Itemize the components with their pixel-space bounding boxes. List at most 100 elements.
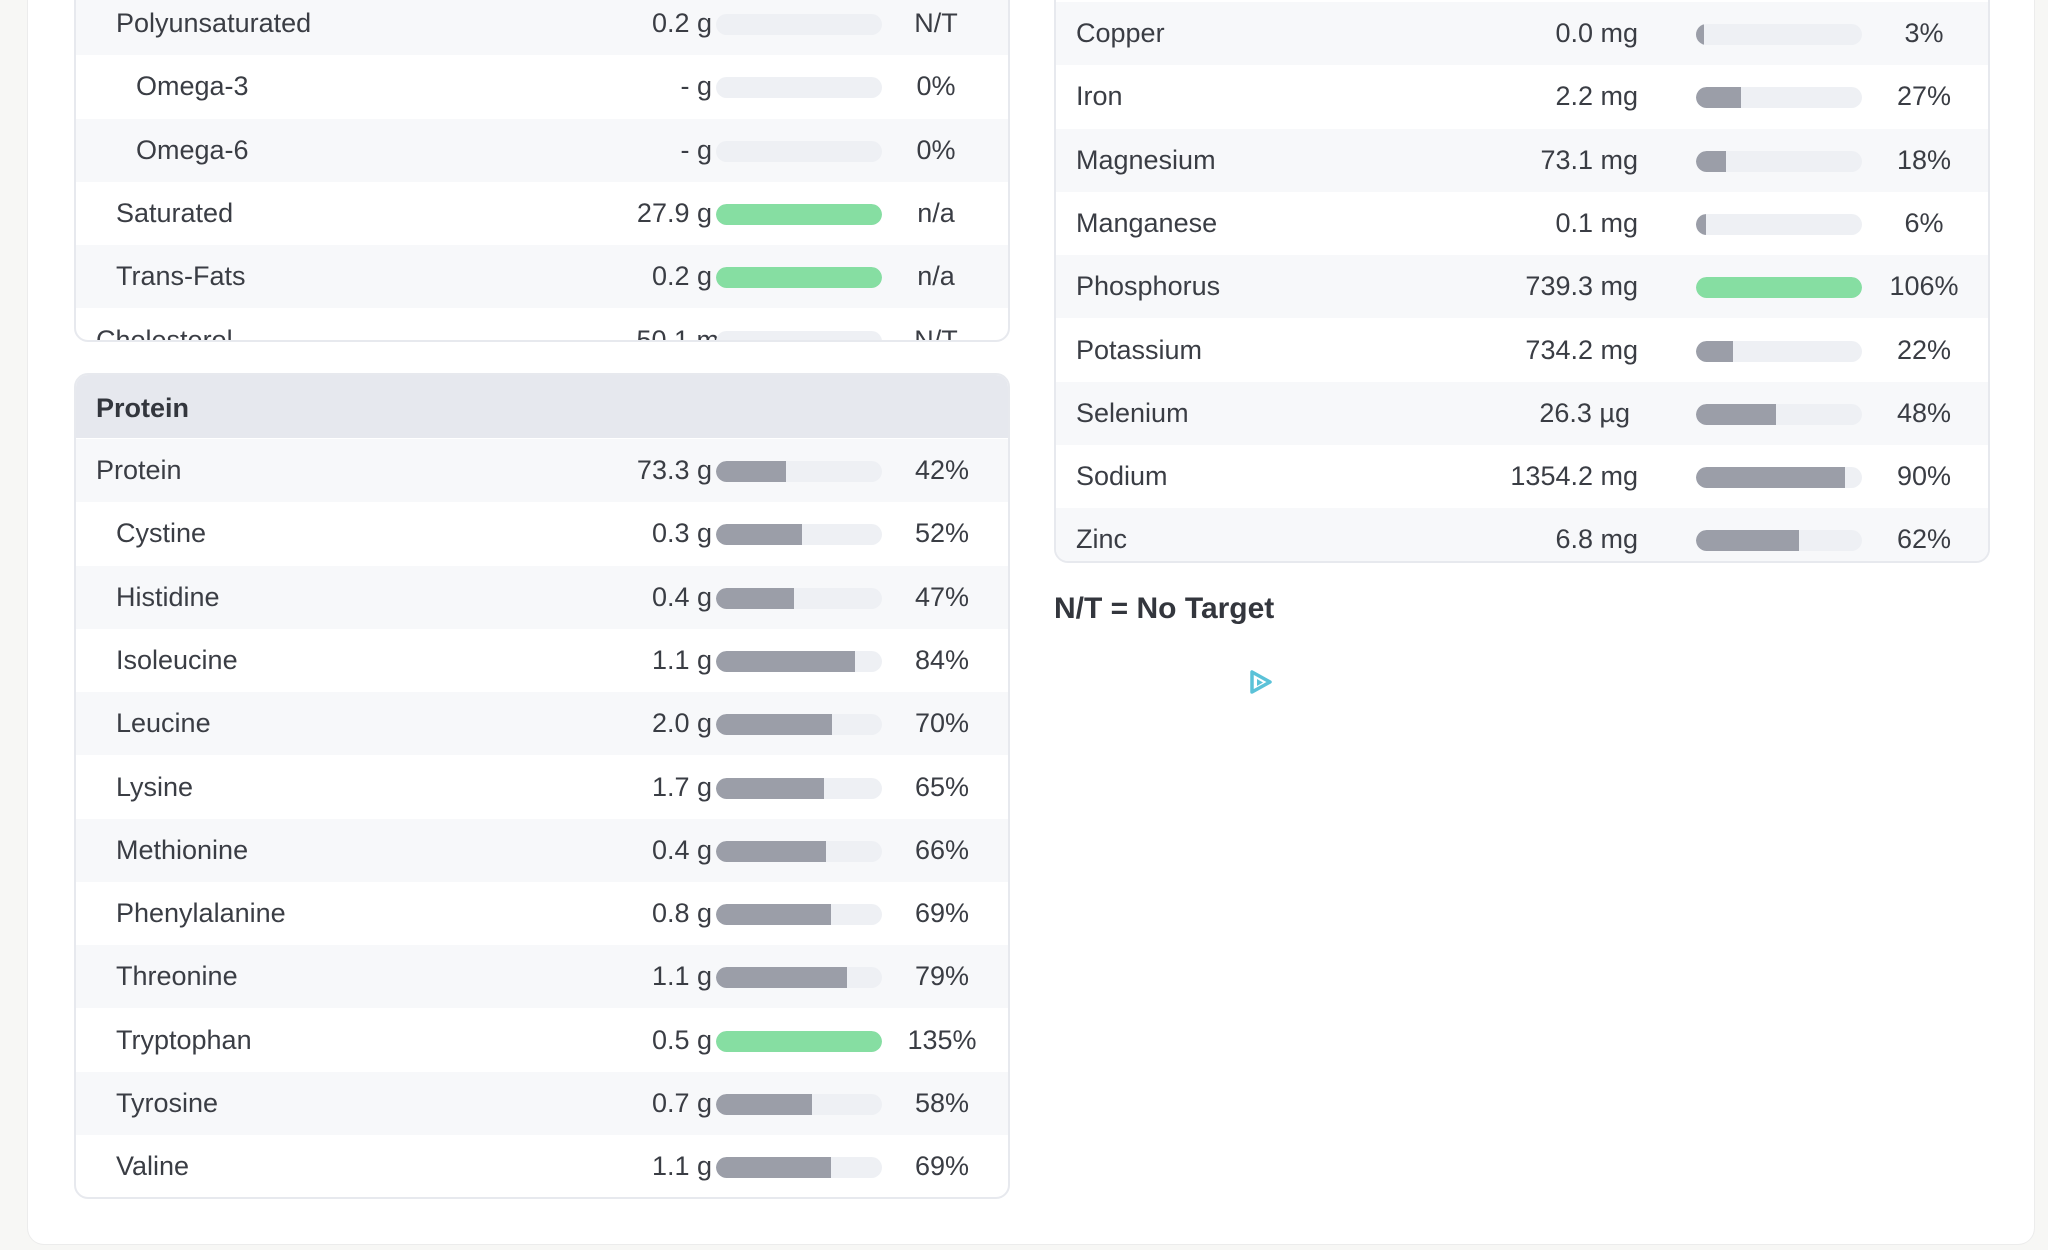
nutrient-amount: 1.1 g — [651, 1151, 712, 1182]
nutrient-name: Saturated — [116, 197, 234, 228]
nutrient-amount: 0.7 g — [651, 1088, 712, 1118]
daily-value-percent: 47% — [914, 581, 970, 612]
nutrient-name: Copper — [1076, 18, 1165, 48]
nutrient-name: Tyrosine — [116, 1088, 219, 1118]
daily-value-percent: N/T — [914, 8, 958, 38]
progress-fill — [716, 587, 795, 609]
nutrient-amount: - g — [680, 71, 712, 102]
fats-row-saturated: Saturated 27.9 g n/a — [76, 182, 1008, 245]
nutrient-name: Leucine — [116, 708, 211, 739]
nutrient-name: Isoleucine — [116, 644, 238, 675]
daily-value-percent: 3% — [1904, 18, 1944, 48]
nutrient-name: Potassium — [1076, 334, 1203, 365]
progress-fill — [1696, 277, 1862, 299]
progress-bar — [716, 587, 882, 609]
progress-fill — [716, 203, 882, 225]
nutrient-amount: 0.2 g — [651, 261, 712, 292]
daily-value-percent: 58% — [914, 1088, 970, 1118]
daily-value-percent: 70% — [914, 708, 970, 739]
nutrient-amount: 73.1 mg — [1540, 144, 1638, 175]
mineral-row-phosphorus: Phosphorus 739.3 mg 106% — [1056, 255, 1988, 319]
nutrient-name: Manganese — [1076, 207, 1218, 238]
progress-fill — [1696, 467, 1846, 489]
protein-section-header: Protein — [76, 375, 1008, 438]
protein-row-phenylalanine: Phenylalanine 0.8 g 69% — [76, 882, 1008, 945]
progress-bar — [716, 777, 882, 799]
protein-row-tyrosine: Tyrosine 0.7 g 58% — [76, 1072, 1008, 1135]
progress-bar — [1696, 24, 1862, 45]
nutrient-name: Lysine — [116, 771, 194, 802]
nutrient-amount: 73.3 g — [636, 455, 712, 485]
daily-value-percent: 42% — [914, 455, 970, 485]
daily-value-percent: n/a — [917, 261, 955, 292]
nutrient-amount: 0.4 g — [651, 834, 712, 865]
nutrient-amount: 739.3 mg — [1525, 271, 1638, 302]
protein-row-protein: Protein 73.3 g 42% — [76, 439, 1008, 502]
nutrient-name: Phosphorus — [1076, 271, 1221, 302]
fats-row-omega-6: Omega-6 - g 0% — [76, 118, 1008, 182]
progress-bar — [716, 77, 882, 99]
nutrient-amount: 0.3 g — [651, 518, 712, 549]
nutrient-amount: 0.1 mg — [1555, 207, 1638, 238]
no-target-legend: N/T = No Target — [1054, 592, 1275, 625]
progress-fill — [716, 1157, 831, 1179]
progress-fill — [1696, 530, 1799, 552]
nutrient-amount: 2.0 g — [651, 708, 712, 739]
nutrient-name: Polyunsaturated — [116, 8, 312, 38]
daily-value-percent: N/T — [914, 324, 958, 342]
progress-bar — [716, 14, 882, 35]
daily-value-percent: 79% — [914, 961, 970, 992]
protein-row-histidine: Histidine 0.4 g 47% — [76, 565, 1008, 629]
progress-fill — [716, 267, 882, 289]
daily-value-percent: 6% — [1904, 207, 1944, 238]
progress-bar — [716, 904, 882, 926]
progress-fill — [1696, 340, 1733, 362]
progress-bar — [1696, 340, 1862, 362]
daily-value-percent: 90% — [1896, 461, 1952, 492]
progress-bar — [716, 1157, 882, 1179]
progress-bar — [716, 330, 882, 340]
mineral-row-zinc: Zinc 6.8 mg 62% — [1056, 508, 1988, 561]
daily-value-percent: n/a — [917, 197, 955, 228]
progress-bar — [716, 140, 882, 162]
progress-fill — [1696, 403, 1776, 425]
nutrient-amount: 0.4 g — [651, 581, 712, 612]
protein-row-threonine: Threonine 1.1 g 79% — [76, 945, 1008, 1009]
progress-fill — [1696, 150, 1726, 172]
protein-section-title: Protein — [96, 393, 190, 423]
progress-fill — [716, 840, 826, 862]
nutrient-name: Phenylalanine — [116, 898, 286, 929]
nutrient-amount: 6.8 mg — [1555, 524, 1638, 555]
nutrient-name: Cystine — [116, 518, 207, 549]
progress-fill — [716, 714, 833, 736]
daily-value-percent: 48% — [1896, 397, 1952, 428]
nutrient-name: Histidine — [116, 581, 220, 612]
protein-row-isoleucine: Isoleucine 1.1 g 84% — [76, 629, 1008, 692]
progress-fill — [716, 777, 824, 799]
progress-bar — [716, 714, 882, 736]
progress-bar — [716, 461, 882, 482]
progress-bar — [1696, 530, 1862, 552]
adchoices-icon[interactable] — [1246, 668, 1274, 696]
progress-fill — [1696, 87, 1741, 109]
fats-panel: Polyunsaturated 0.2 g N/T Omega-3- g 0% Omega… — [74, 0, 1010, 342]
progress-bar — [1696, 277, 1862, 299]
mineral-row-copper: Copper 0.0 mg 3% — [1056, 2, 1988, 65]
progress-bar — [716, 967, 882, 989]
nutrient-amount: 26.3 µg — [1539, 397, 1630, 428]
progress-fill — [716, 461, 786, 482]
protein-row-methionine: Methionine 0.4 g 66% — [76, 818, 1008, 882]
nutrient-name: Cholesterol — [96, 324, 233, 342]
nutrient-name: Threonine — [116, 961, 238, 992]
progress-bar — [716, 840, 882, 862]
fats-row-trans-fats: Trans-Fats 0.2 g n/a — [76, 245, 1008, 309]
nutrient-name: Iron — [1076, 81, 1123, 112]
nutrient-name: Tryptophan — [116, 1024, 252, 1055]
progress-bar — [1696, 87, 1862, 109]
nutrient-amount: 27.9 g — [636, 197, 712, 228]
nutrient-amount: 0.5 g — [651, 1024, 712, 1055]
fats-row-cholesterol: Cholesterol 50.1 mg N/T — [76, 309, 1008, 342]
progress-bar — [1696, 150, 1862, 172]
daily-value-percent: 106% — [1889, 271, 1959, 302]
nutrient-amount: 1.1 g — [651, 644, 712, 675]
